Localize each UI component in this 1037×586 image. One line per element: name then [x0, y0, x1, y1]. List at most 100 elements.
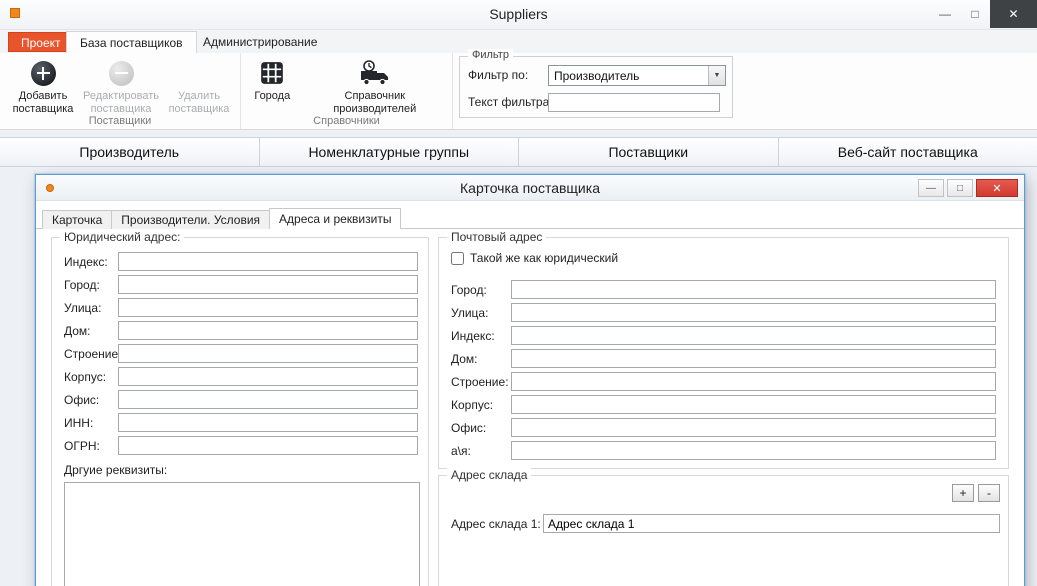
add-icon: [30, 60, 56, 86]
legal-city-input[interactable]: [118, 275, 418, 294]
delete-supplier-label: Удалить поставщика: [168, 90, 230, 116]
dialog-titlebar[interactable]: Карточка поставщика — □ ✕: [36, 175, 1024, 201]
postal-street-row: Улица:: [447, 303, 996, 322]
legal-office-input[interactable]: [118, 390, 418, 409]
add-warehouse-button[interactable]: +: [952, 484, 974, 502]
filter-group-label: Фильтр: [468, 49, 513, 61]
column-header-nomenclature-groups[interactable]: Номенклатурные группы: [260, 138, 519, 166]
legal-city-row: Город:: [64, 275, 418, 294]
legal-house-label: Дом:: [64, 323, 91, 338]
warehouse-address-title: Адрес склада: [447, 468, 532, 482]
manufacturers-truck-icon: [360, 59, 388, 85]
column-header-manufacturer[interactable]: Производитель: [0, 138, 260, 166]
postal-index-row: Индекс:: [447, 326, 996, 345]
postal-block-input[interactable]: [511, 395, 996, 414]
supplier-card-dialog: Карточка поставщика — □ ✕ Карточка Произ…: [35, 174, 1025, 586]
tab-administration[interactable]: Администрирование: [190, 31, 330, 53]
postal-city-label: Город:: [451, 282, 487, 297]
add-supplier-label: Добавить поставщика: [12, 90, 74, 116]
legal-office-row: Офис:: [64, 390, 418, 409]
postal-pobox-input[interactable]: [511, 441, 996, 460]
postal-address-group: Почтовый адрес Такой же как юридический …: [438, 230, 1009, 469]
warehouse-address-input[interactable]: [543, 514, 1000, 533]
suppliers-group-label: Поставщики: [88, 115, 152, 127]
postal-office-label: Офис:: [451, 420, 487, 435]
legal-ogrn-row: ОГРН:: [64, 436, 418, 455]
legal-index-label: Индекс:: [64, 254, 108, 269]
edit-supplier-button[interactable]: Редактировать поставщика: [82, 57, 160, 116]
postal-building-input[interactable]: [511, 372, 996, 391]
ribbon-tab-strip: Проект База поставщиков Администрировани…: [0, 30, 1037, 53]
legal-address-group: Юридический адрес: Индекс: Город: Улица:…: [51, 230, 429, 586]
dialog-minimize-button[interactable]: —: [918, 179, 944, 197]
ribbon-group-suppliers: Добавить поставщика Редактировать постав…: [0, 53, 241, 129]
warehouse-row: Адрес склада 1:: [451, 514, 1000, 533]
postal-house-input[interactable]: [511, 349, 996, 368]
warehouse-address-group: Адрес склада + - Адрес склада 1:: [438, 468, 1009, 586]
ribbon-spacer: [753, 53, 1037, 129]
legal-street-input[interactable]: [118, 298, 418, 317]
legal-address-title: Юридический адрес:: [60, 230, 185, 244]
close-button[interactable]: ✕: [990, 0, 1037, 28]
legal-ogrn-input[interactable]: [118, 436, 418, 455]
tab-card[interactable]: Карточка: [42, 210, 113, 229]
tab-project[interactable]: Проект: [8, 32, 74, 52]
maximize-button[interactable]: □: [960, 0, 990, 28]
window-controls: — □ ✕: [930, 0, 1037, 28]
filter-text-input[interactable]: [548, 93, 720, 112]
legal-office-label: Офис:: [64, 392, 100, 407]
legal-index-input[interactable]: [118, 252, 418, 271]
filter-by-value: Производитель: [554, 68, 640, 83]
legal-block-input[interactable]: [118, 367, 418, 386]
ribbon-group-filter: Фильтр Фильтр по: Производитель ▼ Текст …: [453, 49, 753, 129]
tab-addresses-details[interactable]: Адреса и реквизиты: [269, 208, 402, 229]
window-titlebar[interactable]: Suppliers — □ ✕: [0, 0, 1037, 30]
legal-city-label: Город:: [64, 277, 100, 292]
postal-office-input[interactable]: [511, 418, 996, 437]
legal-block-label: Корпус:: [64, 369, 107, 384]
legal-house-input[interactable]: [118, 321, 418, 340]
postal-house-row: Дом:: [447, 349, 996, 368]
minimize-button[interactable]: —: [930, 0, 960, 28]
postal-street-label: Улица:: [451, 305, 489, 320]
legal-inn-input[interactable]: [118, 413, 418, 432]
filter-by-combobox[interactable]: Производитель ▼: [548, 65, 726, 86]
postal-pobox-label: а\я:: [451, 443, 471, 458]
dialog-title: Карточка поставщика: [460, 180, 600, 196]
tab-supplier-base[interactable]: База поставщиков: [66, 31, 197, 53]
postal-city-input[interactable]: [511, 280, 996, 299]
warehouse-buttons: + -: [451, 484, 1000, 502]
edit-icon: [108, 60, 134, 86]
other-details-textarea[interactable]: [64, 482, 420, 586]
dialog-maximize-button[interactable]: □: [947, 179, 973, 197]
delete-supplier-button[interactable]: Удалить поставщика: [160, 57, 238, 116]
tab-manufacturers-conditions[interactable]: Производители. Условия: [111, 210, 271, 229]
legal-house-row: Дом:: [64, 321, 418, 340]
postal-address-title: Почтовый адрес: [447, 230, 547, 244]
cities-button[interactable]: Города: [245, 57, 300, 103]
dialog-close-button[interactable]: ✕: [976, 179, 1018, 197]
chevron-down-icon[interactable]: ▼: [708, 66, 725, 85]
postal-building-label: Строение:: [451, 374, 509, 389]
column-header-supplier-website[interactable]: Веб-сайт поставщика: [779, 138, 1037, 166]
same-as-legal-checkbox[interactable]: [451, 251, 464, 265]
manufacturers-reference-label: Справочник производителей: [333, 90, 417, 116]
same-as-legal-row: Такой же как юридический: [451, 250, 996, 266]
legal-street-label: Улица:: [64, 300, 102, 315]
postal-index-input[interactable]: [511, 326, 996, 345]
legal-street-row: Улица:: [64, 298, 418, 317]
add-supplier-button[interactable]: Добавить поставщика: [4, 57, 82, 116]
ribbon-group-references: Города Справочник производителей Справоч…: [241, 53, 453, 129]
legal-index-row: Индекс:: [64, 252, 418, 271]
postal-street-input[interactable]: [511, 303, 996, 322]
cities-grid-icon: [261, 62, 284, 84]
postal-house-label: Дом:: [451, 351, 478, 366]
postal-index-label: Индекс:: [451, 328, 495, 343]
remove-warehouse-button[interactable]: -: [978, 484, 1000, 502]
postal-block-row: Корпус:: [447, 395, 996, 414]
legal-building-row: Строение:: [64, 344, 418, 363]
manufacturers-reference-button[interactable]: Справочник производителей: [300, 57, 450, 116]
column-header-suppliers[interactable]: Поставщики: [519, 138, 779, 166]
legal-building-input[interactable]: [118, 344, 418, 363]
legal-building-label: Строение:: [64, 346, 122, 361]
